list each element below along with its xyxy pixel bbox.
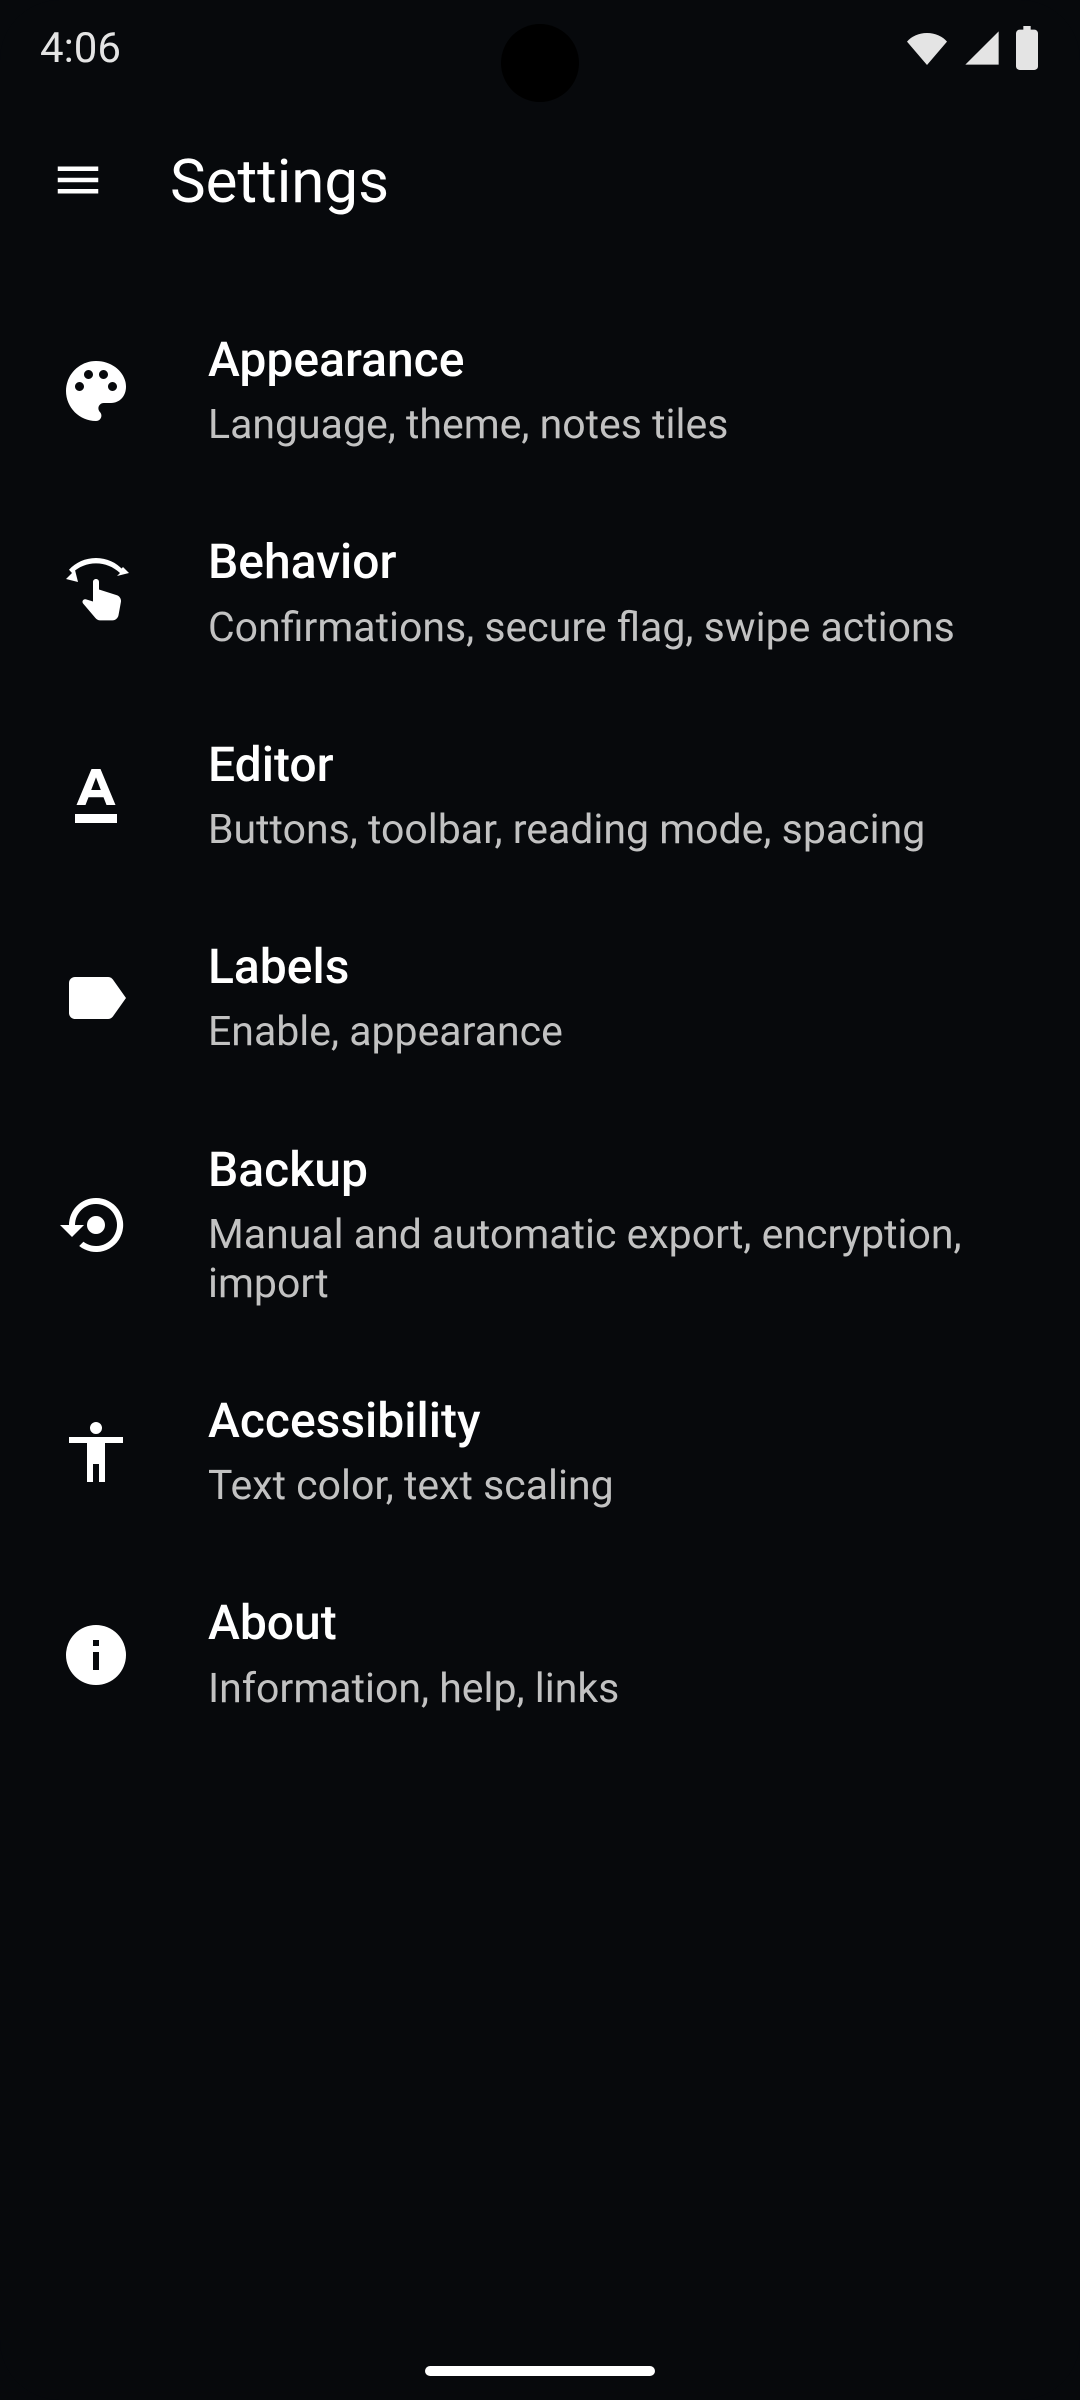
- setting-subtitle: Language, theme, notes tiles: [208, 401, 728, 450]
- settings-item-accessibility[interactable]: Accessibility Text color, text scaling: [0, 1351, 1080, 1553]
- setting-title: Editor: [208, 737, 925, 792]
- settings-item-behavior[interactable]: Behavior Confirmations, secure flag, swi…: [0, 492, 1080, 694]
- palette-icon: [56, 351, 136, 431]
- setting-title: Accessibility: [208, 1393, 614, 1448]
- menu-button[interactable]: [28, 131, 128, 231]
- setting-title: About: [208, 1595, 619, 1650]
- settings-item-labels[interactable]: Labels Enable, appearance: [0, 897, 1080, 1099]
- setting-title: Labels: [208, 939, 563, 994]
- cellular-icon: [962, 28, 1002, 68]
- setting-subtitle: Enable, appearance: [208, 1008, 563, 1057]
- setting-subtitle: Text color, text scaling: [208, 1462, 614, 1511]
- label-icon: [56, 958, 136, 1038]
- hamburger-icon: [51, 153, 105, 210]
- camera-cutout: [501, 24, 579, 102]
- app-bar: Settings: [0, 96, 1080, 266]
- settings-item-appearance[interactable]: Appearance Language, theme, notes tiles: [0, 290, 1080, 492]
- settings-item-backup[interactable]: Backup Manual and automatic export, encr…: [0, 1100, 1080, 1352]
- setting-subtitle: Information, help, links: [208, 1665, 619, 1714]
- navigation-handle[interactable]: [425, 2366, 655, 2376]
- status-time: 4:06: [40, 24, 121, 73]
- info-icon: [56, 1615, 136, 1695]
- backup-restore-icon: [56, 1185, 136, 1265]
- setting-title: Behavior: [208, 534, 955, 589]
- setting-subtitle: Buttons, toolbar, reading mode, spacing: [208, 806, 925, 855]
- battery-icon: [1014, 26, 1040, 70]
- setting-title: Appearance: [208, 332, 728, 387]
- settings-item-about[interactable]: About Information, help, links: [0, 1553, 1080, 1755]
- settings-item-editor[interactable]: Editor Buttons, toolbar, reading mode, s…: [0, 695, 1080, 897]
- setting-title: Backup: [208, 1142, 1024, 1197]
- text-format-icon: [56, 756, 136, 836]
- status-icons: [904, 26, 1040, 70]
- accessibility-icon: [56, 1412, 136, 1492]
- settings-list: Appearance Language, theme, notes tiles …: [0, 266, 1080, 1756]
- setting-subtitle: Manual and automatic export, encryption,…: [208, 1211, 1024, 1309]
- wifi-icon: [904, 28, 950, 68]
- touch-rotate-icon: [56, 554, 136, 634]
- setting-subtitle: Confirmations, secure flag, swipe action…: [208, 604, 955, 653]
- page-title: Settings: [170, 146, 389, 217]
